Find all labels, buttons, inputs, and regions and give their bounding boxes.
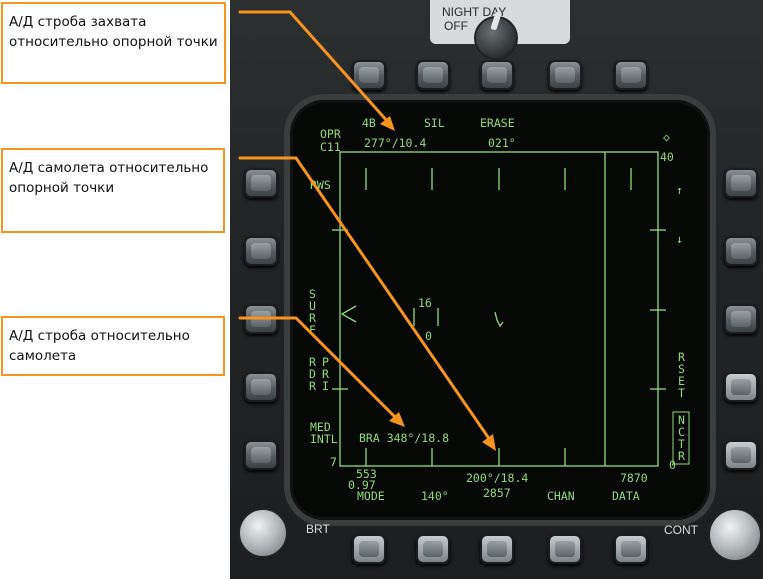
radar-display: OPR 4B SIL ERASE C11 277°/10.4 021° ◇ 40… [238,10,690,503]
mode-label[interactable]: MODE [357,489,385,503]
arrowhead-icon [380,116,395,131]
elevation-caret [340,305,357,323]
scan-label[interactable]: 4B [362,116,376,130]
aircraft-bullseye-bra: 200°/18.4 [466,471,528,485]
arrow-cursor-bullseye [238,10,390,124]
range-down-icon[interactable]: ↓ [676,232,683,246]
target-alt-bottom: 0 [425,329,432,343]
radar-frame [339,151,659,467]
bra-readout: BRA 348°/18.8 [359,431,449,445]
svg-text:R: R [309,379,316,393]
rset-label[interactable]: RS ET [678,350,685,400]
elevation-bars: 7 [330,455,337,469]
opr-label[interactable]: OPR [320,127,341,141]
nctr-label[interactable]: NC TR [678,413,685,463]
data-label[interactable]: DATA [612,489,640,503]
svg-text:R: R [678,449,685,463]
svg-text:I: I [322,379,329,393]
intl-label[interactable]: INTL [310,432,338,446]
arrow-aircraft-bullseye [238,156,492,442]
center-readout: 2857 [483,486,511,500]
erase-label[interactable]: ERASE [480,116,515,130]
cursor-bullseye-bra: 277°/10.4 [364,136,426,150]
pri-label[interactable]: PRI [322,355,329,393]
azimuth-label[interactable]: 140° [421,489,449,503]
heading-readout: 021° [488,136,516,150]
chan-label[interactable]: CHAN [547,489,575,503]
code-label: C11 [320,140,341,154]
target-symbol [494,311,504,328]
bottom-right-readout: 7870 [620,471,648,485]
svg-text:T: T [678,386,685,400]
bullseye-diamond-icon: ◇ [663,130,670,144]
surf-label[interactable]: SU RF [309,287,316,337]
rdr-label[interactable]: RDR [309,355,316,393]
target-alt-top: 16 [418,296,432,310]
range-top: 40 [660,150,674,164]
sil-label[interactable]: SIL [424,116,445,130]
range-up-icon[interactable]: ↑ [676,183,683,197]
arrow-cursor-aircraft [238,316,398,420]
